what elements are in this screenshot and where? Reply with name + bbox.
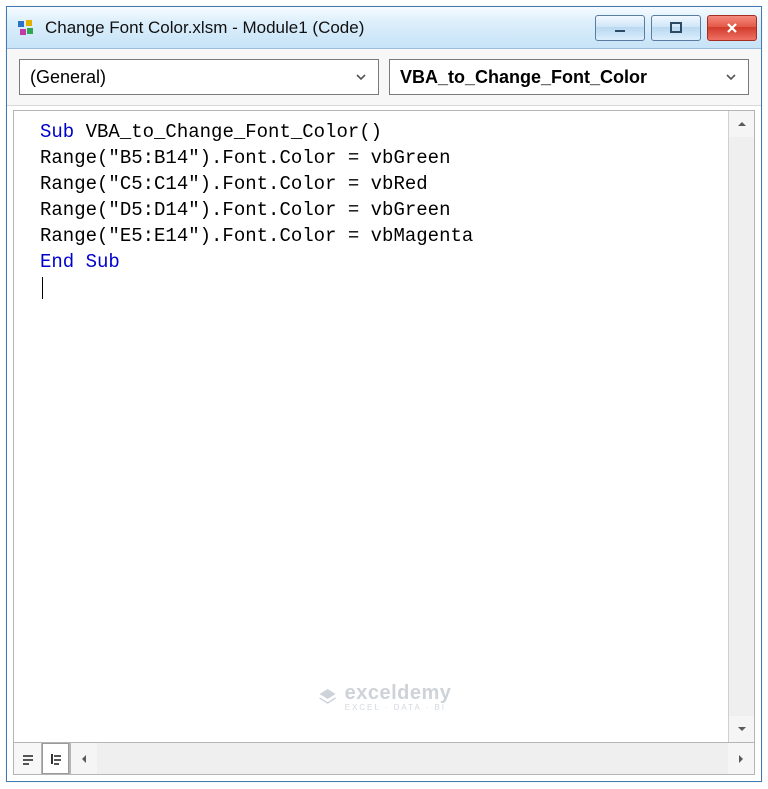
window-title: Change Font Color.xlsm - Module1 (Code) [45,18,595,38]
dropdown-row: (General) VBA_to_Change_Font_Color [7,49,761,106]
window-controls [595,15,757,41]
object-dropdown[interactable]: (General) [19,59,379,95]
code-line: Range("C5:C14").Font.Color = vbRed [40,173,428,195]
object-dropdown-label: (General) [30,67,346,88]
code-editor: Sub VBA_to_Change_Font_Color() Range("B5… [13,110,755,743]
scroll-left-button[interactable] [71,743,97,774]
scroll-right-button[interactable] [728,743,754,774]
vba-code-window: Change Font Color.xlsm - Module1 (Code) … [6,6,762,782]
horizontal-scrollbar[interactable] [71,743,754,774]
bottom-bar [13,743,755,775]
vertical-scrollbar[interactable] [728,111,754,742]
scroll-up-button[interactable] [729,111,754,137]
code-line: Range("B5:B14").Font.Color = vbGreen [40,147,450,169]
procedure-view-button[interactable] [14,743,42,774]
code-area[interactable]: Sub VBA_to_Change_Font_Color() Range("B5… [14,111,728,742]
procedure-dropdown[interactable]: VBA_to_Change_Font_Color [389,59,749,95]
code-line: Range("E5:E14").Font.Color = vbMagenta [40,225,473,247]
titlebar[interactable]: Change Font Color.xlsm - Module1 (Code) [7,7,761,49]
code-line: Range("D5:D14").Font.Color = vbGreen [40,199,450,221]
code-line: Sub VBA_to_Change_Font_Color() [40,121,382,143]
procedure-dropdown-label: VBA_to_Change_Font_Color [400,67,716,88]
close-button[interactable] [707,15,757,41]
hscroll-track[interactable] [97,743,728,774]
app-icon [15,17,37,39]
scroll-down-button[interactable] [729,716,754,742]
chevron-down-icon [354,70,368,84]
scroll-track[interactable] [729,137,754,716]
chevron-down-icon [724,70,738,84]
view-buttons [14,743,71,774]
text-cursor [42,277,43,299]
maximize-button[interactable] [651,15,701,41]
code-line: End Sub [40,251,120,273]
minimize-button[interactable] [595,15,645,41]
full-module-view-button[interactable] [42,743,70,774]
